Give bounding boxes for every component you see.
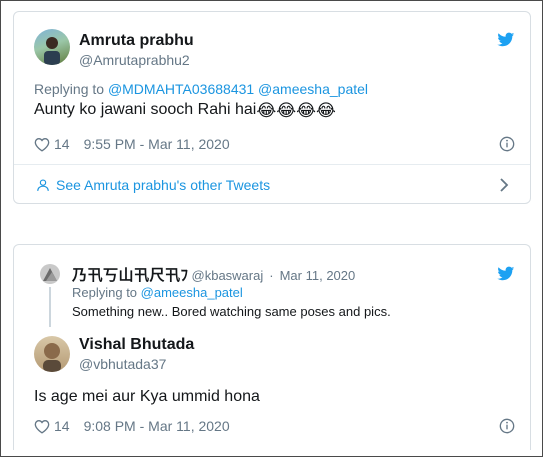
see-other-tweets-link[interactable]: See Amruta prabhu's other Tweets: [36, 177, 270, 193]
parent-separator: ·: [269, 268, 274, 283]
replying-to-label: Replying to: [34, 81, 105, 97]
timestamp[interactable]: 9:55 PM - Mar 11, 2020: [84, 136, 230, 152]
twitter-bird-icon[interactable]: [496, 31, 516, 48]
parent-avatar-image: [43, 268, 57, 281]
parent-replying-to-handle[interactable]: @ameesha_patel: [141, 285, 243, 300]
replying-to-line: Replying to @MDMAHTA03688431 @ameesha_pa…: [34, 81, 368, 97]
tears-of-joy-emoji: 😂😂😂😂: [256, 101, 336, 120]
info-icon[interactable]: [499, 418, 515, 434]
like-count: 14: [54, 136, 70, 152]
tweet-meta: 14 9:08 PM - Mar 11, 2020: [34, 418, 230, 434]
tweet-meta: 14 9:55 PM - Mar 11, 2020: [34, 136, 230, 152]
parent-author-handle[interactable]: @kbaswaraj: [192, 268, 264, 283]
screenshot-frame: Amruta prabhu @Amrutaprabhu2 Replying to…: [0, 0, 543, 457]
tweet-card-vishal[interactable]: 乃卂丂山卂尺卂ﾌ @kbaswaraj · Mar 11, 2020 Reply…: [13, 244, 531, 450]
see-other-tweets-label[interactable]: See Amruta prabhu's other Tweets: [56, 177, 270, 193]
parent-header: 乃卂丂山卂尺卂ﾌ @kbaswaraj · Mar 11, 2020: [72, 264, 355, 285]
heart-icon[interactable]: [34, 419, 50, 434]
tweet-text: Is age mei aur Kya ummid hona: [34, 388, 260, 405]
replying-to-handles[interactable]: @MDMAHTA03688431 @ameesha_patel: [108, 81, 368, 97]
thread-line: [49, 287, 51, 327]
avatar[interactable]: [34, 336, 70, 372]
parent-tweet-text: Something new.. Bored watching same pose…: [72, 304, 391, 319]
divider: [14, 164, 530, 165]
avatar[interactable]: [34, 29, 70, 65]
heart-icon[interactable]: [34, 137, 50, 152]
author-name[interactable]: Amruta prabhu: [79, 32, 194, 50]
avatar-image: [44, 37, 60, 65]
author-name[interactable]: Vishal Bhutada: [79, 336, 194, 354]
parent-replying-to-line: Replying to @ameesha_patel: [72, 285, 243, 300]
tweet-text-body: Aunty ko jawani sooch Rahi hai: [34, 101, 257, 118]
parent-date[interactable]: Mar 11, 2020: [280, 268, 356, 283]
parent-replying-to-label: Replying to: [72, 285, 138, 300]
timestamp[interactable]: 9:08 PM - Mar 11, 2020: [84, 418, 230, 434]
parent-avatar[interactable]: [40, 264, 60, 284]
chevron-right-icon[interactable]: [498, 178, 510, 192]
twitter-bird-icon[interactable]: [496, 265, 516, 282]
author-handle[interactable]: @vbhutada37: [79, 356, 166, 372]
tweet-text: Aunty ko jawani sooch Rahi hai😂😂😂😂: [34, 101, 336, 119]
parent-author-name[interactable]: 乃卂丂山卂尺卂ﾌ: [72, 264, 189, 285]
like-count: 14: [54, 418, 70, 434]
info-icon[interactable]: [499, 136, 515, 152]
avatar-image: [43, 343, 61, 372]
tweet-card-amruta[interactable]: Amruta prabhu @Amrutaprabhu2 Replying to…: [13, 11, 531, 204]
user-icon: [37, 179, 49, 191]
author-handle[interactable]: @Amrutaprabhu2: [79, 52, 190, 68]
